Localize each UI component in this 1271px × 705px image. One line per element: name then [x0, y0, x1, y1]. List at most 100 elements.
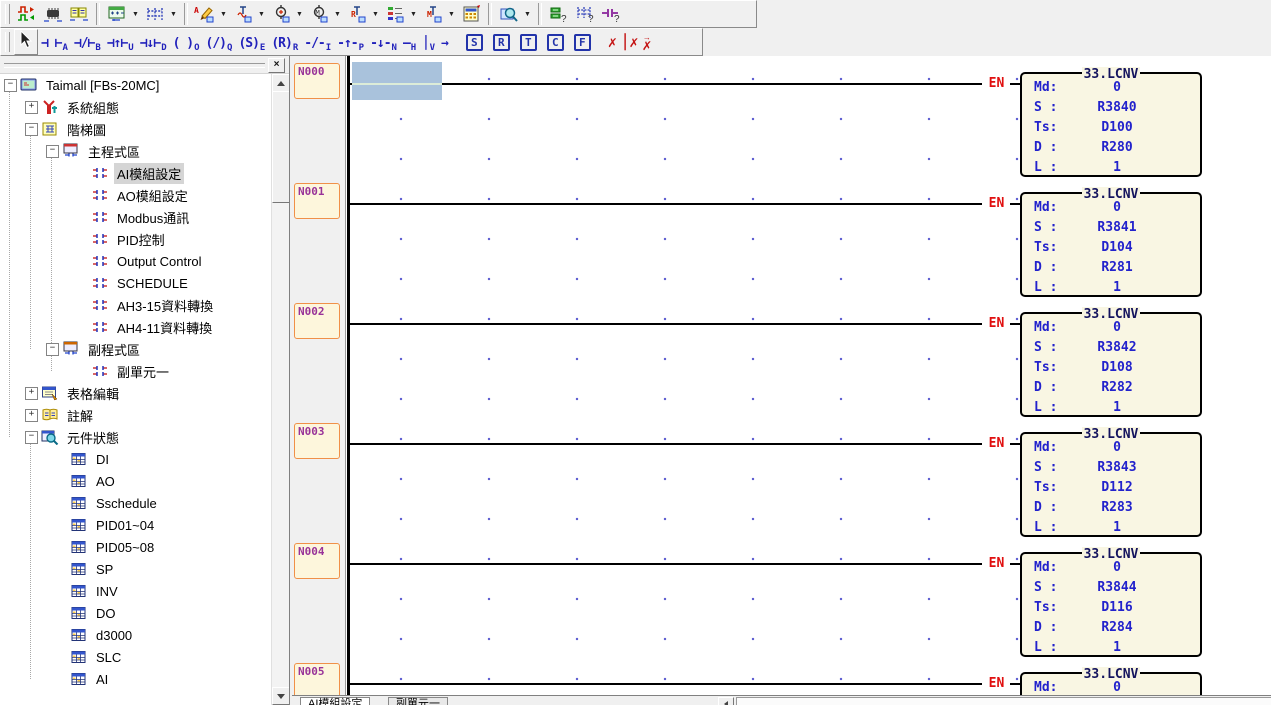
delete-move-button[interactable]: →✗: [640, 30, 653, 54]
chevron-down-icon[interactable]: ▼: [257, 11, 266, 18]
function-block[interactable]: 33.LCNVMd:0S :R3842Ts:D108D :R282L :1: [1020, 312, 1202, 417]
tree-item[interactable]: −Taimall [FBs-20MC]: [0, 74, 162, 96]
rung-wire[interactable]: [349, 563, 982, 565]
tree-item[interactable]: AI模組設定: [0, 162, 184, 184]
wire-arrow-button[interactable]: →: [438, 30, 451, 54]
element-contact-button[interactable]: ▼: [230, 2, 268, 26]
instr-f-button[interactable]: F: [569, 30, 596, 54]
tree-item[interactable]: SCHEDULE: [0, 272, 191, 294]
contact-rising-button[interactable]: ⊣↑⊢U: [104, 30, 137, 54]
network-number-label[interactable]: N001: [294, 183, 340, 219]
tree-item[interactable]: −主程式區: [0, 140, 143, 162]
chevron-down-icon[interactable]: ▼: [333, 11, 342, 18]
delete-element-button[interactable]: ✗: [606, 30, 619, 54]
tree-item[interactable]: INV: [0, 580, 121, 602]
element-list-button[interactable]: ▼: [382, 2, 420, 26]
modifier-invert-button[interactable]: -/-I: [301, 30, 334, 54]
sheet-tab[interactable]: AI模組設定: [300, 697, 370, 705]
network-number-label[interactable]: N004: [294, 543, 340, 579]
contact-falling-button[interactable]: ⊣↓⊢D: [137, 30, 170, 54]
rung-wire[interactable]: [349, 83, 982, 85]
contact-nc-button[interactable]: ⊣/⊢B: [71, 30, 104, 54]
chevron-down-icon[interactable]: ▼: [409, 11, 418, 18]
tab-scroll-left-button[interactable]: [718, 697, 734, 705]
tree-item[interactable]: PID01~04: [0, 514, 157, 536]
tree-item[interactable]: Output Control: [0, 250, 205, 272]
zoom-view-button[interactable]: ▼: [496, 2, 534, 26]
sheet-tab[interactable]: 副單元一: [388, 697, 448, 705]
tree-item[interactable]: AO模組設定: [0, 184, 191, 206]
collapse-icon[interactable]: −: [46, 343, 59, 356]
query-status-button[interactable]: ?: [546, 2, 572, 26]
contact-no-button[interactable]: ⊣ ⊢A: [38, 30, 71, 54]
function-block[interactable]: 33.LCNVMd:0S :R3844Ts:D116D :R284L :1: [1020, 552, 1202, 657]
scroll-up-button[interactable]: [272, 74, 290, 92]
rung-wire[interactable]: [349, 323, 982, 325]
coil-out-button[interactable]: ( )O: [170, 30, 203, 54]
tree-item[interactable]: SP: [0, 558, 116, 580]
network-number-label[interactable]: N005: [294, 663, 340, 699]
tree-item[interactable]: +系統組態: [0, 96, 122, 118]
coil-reset-button[interactable]: (R)R: [268, 30, 301, 54]
tree-item[interactable]: −副程式區: [0, 338, 143, 360]
tree-item[interactable]: DO: [0, 602, 119, 624]
expand-icon[interactable]: +: [25, 409, 38, 422]
tree-item[interactable]: PID05~08: [0, 536, 157, 558]
scroll-down-button[interactable]: [272, 687, 290, 705]
tree-item[interactable]: Sschedule: [0, 492, 160, 514]
element-coil-button[interactable]: ▼: [268, 2, 306, 26]
delete-vertical-wire-button[interactable]: ⏐✗: [619, 30, 641, 54]
scrollbar-thumb[interactable]: [272, 91, 290, 203]
function-block[interactable]: 33.LCNVMd:0S :R3840Ts:D100D :R280L :1: [1020, 72, 1202, 177]
tree-item[interactable]: +表格編輯: [0, 382, 122, 404]
chevron-down-icon[interactable]: ▼: [219, 11, 228, 18]
tree-item[interactable]: 副單元一: [0, 360, 172, 382]
instr-s-button[interactable]: S: [461, 30, 488, 54]
chevron-down-icon[interactable]: ▼: [131, 11, 140, 18]
instr-r-button[interactable]: R: [488, 30, 515, 54]
tree-item[interactable]: −階梯圖: [0, 118, 109, 140]
tree-item[interactable]: DI: [0, 448, 112, 470]
function-block-button[interactable]: [458, 2, 484, 26]
function-block[interactable]: 33.LCNVMd:0S :R3843Ts:D112D :R283L :1: [1020, 432, 1202, 537]
connect-plc-button[interactable]: [40, 2, 66, 26]
tree-item[interactable]: +註解: [0, 404, 96, 426]
chevron-down-icon[interactable]: ▼: [169, 11, 178, 18]
rung-wire[interactable]: [349, 203, 982, 205]
wire-horizontal-button[interactable]: —H: [400, 30, 419, 54]
collapse-icon[interactable]: −: [46, 145, 59, 158]
chevron-down-icon[interactable]: ▼: [523, 11, 532, 18]
register-table-button[interactable]: [66, 2, 92, 26]
coil-set-button[interactable]: (S)E: [235, 30, 268, 54]
tree-item[interactable]: AI: [0, 668, 111, 690]
collapse-icon[interactable]: −: [25, 123, 38, 136]
close-panel-button[interactable]: ×: [268, 58, 285, 73]
horizontal-scrollbar[interactable]: [736, 697, 1271, 705]
network-manage-button[interactable]: ▼: [142, 2, 180, 26]
chevron-down-icon[interactable]: ▼: [295, 11, 304, 18]
expand-icon[interactable]: +: [25, 387, 38, 400]
rung-wire[interactable]: [349, 443, 982, 445]
status-monitor-button[interactable]: [14, 2, 40, 26]
tree-item[interactable]: AO: [0, 470, 118, 492]
network-number-label[interactable]: N000: [294, 63, 340, 99]
toolbar-grip[interactable]: [5, 4, 10, 24]
tree-item[interactable]: AH4-11資料轉換: [0, 316, 215, 338]
query-element-button[interactable]: ?: [598, 2, 624, 26]
expand-icon[interactable]: +: [25, 101, 38, 114]
collapse-icon[interactable]: −: [4, 79, 17, 92]
ladder-editor[interactable]: N000EN33.LCNVMd:0S :R3840Ts:D100D :R280L…: [292, 56, 1271, 705]
wire-vertical-button[interactable]: ⏐V: [419, 30, 438, 54]
toolbar-grip[interactable]: [4, 63, 265, 68]
new-network-button[interactable]: ▼: [104, 2, 142, 26]
coil-not-button[interactable]: (/)Q: [203, 30, 236, 54]
tree-item[interactable]: d3000: [0, 624, 135, 646]
element-contact-r-button[interactable]: R▼: [344, 2, 382, 26]
query-network-button[interactable]: ?: [572, 2, 598, 26]
edit-element-button[interactable]: A▼: [192, 2, 230, 26]
tree-item[interactable]: −元件狀態: [0, 426, 122, 448]
modifier-rising-button[interactable]: -↑-P: [334, 30, 367, 54]
chevron-down-icon[interactable]: ▼: [447, 11, 456, 18]
selected-cell[interactable]: [352, 62, 442, 100]
instr-c-button[interactable]: C: [542, 30, 569, 54]
